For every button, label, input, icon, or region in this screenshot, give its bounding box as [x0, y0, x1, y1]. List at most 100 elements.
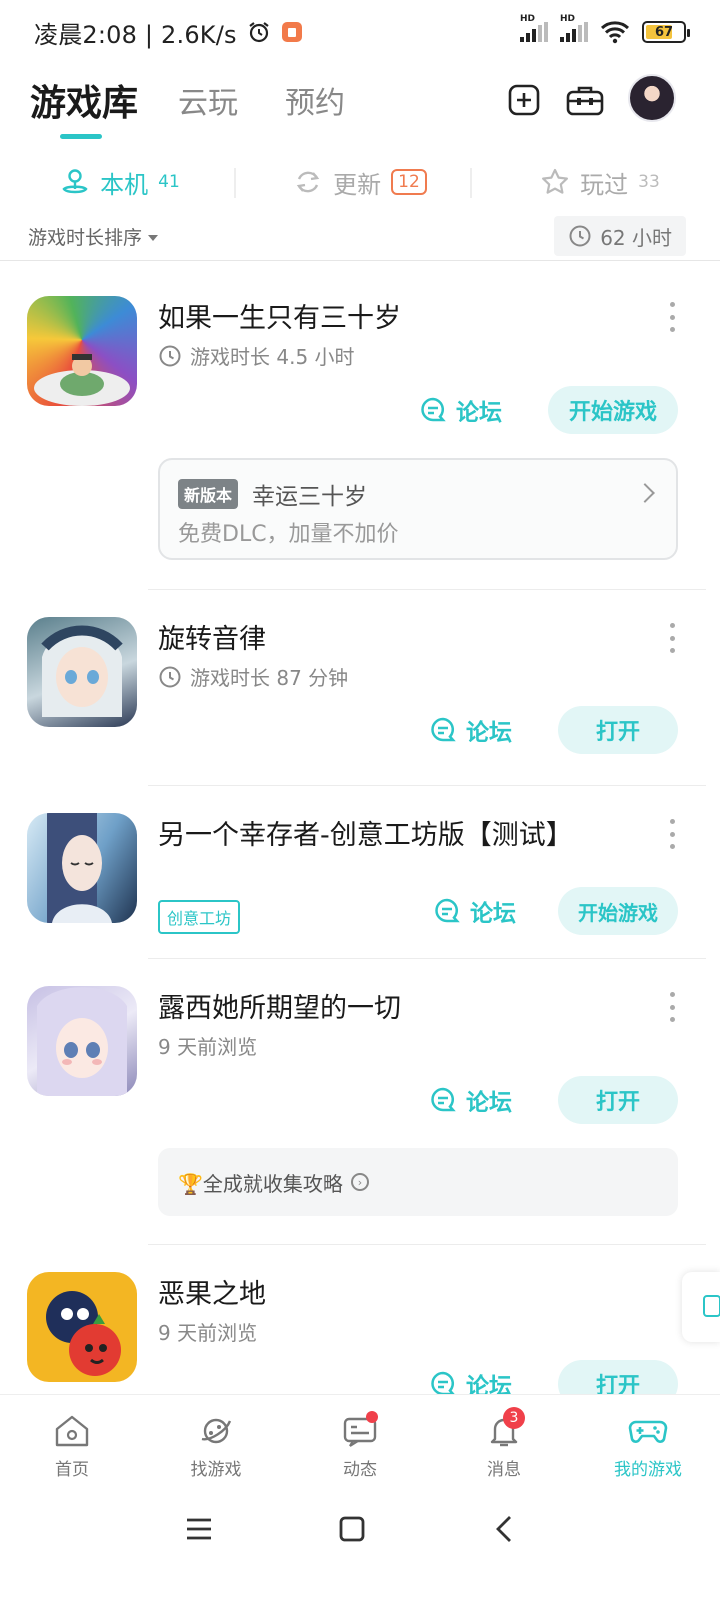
- forum-button[interactable]: 论坛: [432, 887, 516, 935]
- more-options-icon[interactable]: [664, 819, 680, 849]
- forum-label: 论坛: [466, 1090, 512, 1116]
- battery-level: 67: [654, 24, 674, 40]
- nav-feed[interactable]: 动态: [288, 1395, 432, 1498]
- clock-icon: [159, 666, 181, 687]
- divider: [148, 1244, 706, 1245]
- game-playtime: 游戏时长 4.5 小时: [158, 341, 355, 370]
- arrow-right-circle-icon: ›: [350, 1173, 369, 1191]
- nav-find-games[interactable]: 找游戏: [144, 1395, 288, 1498]
- dlc-card[interactable]: 新版本 幸运三十岁 免费DLC，加量不加价: [158, 458, 678, 560]
- back-icon[interactable]: [490, 1514, 520, 1544]
- nav-messages[interactable]: 3 消息: [432, 1395, 576, 1498]
- last-viewed: 9 天前浏览: [158, 1317, 257, 1346]
- divider: [148, 958, 706, 959]
- game-playtime-text: 游戏时长 87 分钟: [190, 666, 349, 690]
- chat-bubble-icon: [421, 397, 446, 422]
- wifi-icon: [600, 21, 630, 44]
- guide-text: 🏆全成就收集攻略: [178, 1171, 343, 1196]
- filter-played[interactable]: 玩过 33: [480, 165, 720, 200]
- chat-bubble-icon: [431, 717, 456, 742]
- add-icon: [508, 84, 540, 116]
- game-icon[interactable]: [27, 296, 137, 406]
- last-viewed-text: 9 天前浏览: [158, 1321, 258, 1345]
- start-game-button[interactable]: 开始游戏: [558, 887, 678, 935]
- filter-update-label: 更新: [333, 170, 382, 199]
- message-count-badge: 3: [503, 1407, 525, 1429]
- filter-local[interactable]: 本机 41: [0, 165, 240, 200]
- toolbox-icon: [566, 86, 604, 116]
- sort-dropdown[interactable]: 游戏时长排序: [28, 223, 142, 250]
- tab-cloud-play[interactable]: 云玩: [178, 78, 238, 122]
- divider: [148, 785, 706, 786]
- nav-home[interactable]: 首页: [0, 1395, 144, 1498]
- nav-home-label: 首页: [55, 1460, 89, 1480]
- bottom-nav: 首页 找游戏 动态 3 消息 我的游戏: [0, 1394, 720, 1498]
- game-title[interactable]: 另一个幸存者-创意工坊版【测试】: [158, 813, 573, 852]
- toolbox-button[interactable]: [565, 80, 605, 120]
- start-game-button[interactable]: 开始游戏: [548, 386, 678, 434]
- download-icon: [703, 1295, 720, 1317]
- planet-icon: [201, 1418, 232, 1444]
- home-square-icon[interactable]: [337, 1514, 367, 1544]
- game-icon[interactable]: [27, 813, 137, 923]
- filter-update-count: 12: [391, 169, 427, 195]
- more-options-icon[interactable]: [664, 302, 680, 332]
- tab-indicator: [60, 134, 102, 139]
- floating-download-button[interactable]: [682, 1272, 720, 1342]
- nav-find-games-label: 找游戏: [190, 1460, 242, 1480]
- chat-bubble-icon: [431, 1087, 456, 1112]
- tab-game-library[interactable]: 游戏库: [30, 74, 138, 126]
- filter-local-count: 41: [158, 172, 180, 192]
- game-title[interactable]: 如果一生只有三十岁: [158, 296, 401, 335]
- total-playtime: 62 小时: [554, 216, 686, 256]
- achievement-guide-card[interactable]: 🏆全成就收集攻略 ›: [158, 1148, 678, 1216]
- filter-local-label: 本机: [100, 170, 149, 199]
- forum-button[interactable]: 论坛: [428, 1076, 512, 1124]
- game-icon[interactable]: [27, 986, 137, 1096]
- game-icon[interactable]: [27, 1272, 137, 1382]
- divider: [0, 260, 720, 261]
- filter-played-count: 33: [638, 172, 660, 192]
- filter-update[interactable]: 更新 12: [240, 165, 480, 200]
- last-viewed-text: 9 天前浏览: [158, 1035, 258, 1059]
- forum-button[interactable]: 论坛: [418, 386, 502, 434]
- open-game-button[interactable]: 打开: [558, 706, 678, 754]
- game-title[interactable]: 旋转音律: [158, 617, 266, 656]
- more-options-icon[interactable]: [664, 992, 680, 1022]
- signal-icon-1: HD: [520, 14, 548, 42]
- status-bar: 凌晨2:08 | 2.6K/s HD HD 67: [0, 0, 720, 64]
- total-playtime-value: 62 小时: [600, 225, 672, 250]
- game-title[interactable]: 恶果之地: [158, 1272, 266, 1311]
- sort-row: 游戏时长排序 62 小时: [28, 214, 686, 258]
- dlc-description: 免费DLC，加量不加价: [178, 522, 399, 547]
- home-icon: [55, 1415, 89, 1447]
- open-game-button[interactable]: 打开: [558, 1076, 678, 1124]
- local-device-icon: [62, 169, 88, 194]
- dlc-title: 幸运三十岁: [252, 484, 367, 510]
- game-playtime-text: 游戏时长 4.5 小时: [190, 345, 355, 369]
- game-title[interactable]: 露西她所期望的一切: [158, 986, 401, 1025]
- header: 游戏库 云玩 预约: [0, 64, 720, 144]
- nav-feed-label: 动态: [343, 1460, 377, 1480]
- filter-divider: [470, 168, 472, 198]
- forum-label: 论坛: [456, 400, 502, 426]
- nav-my-games[interactable]: 我的游戏: [576, 1395, 720, 1498]
- user-avatar[interactable]: [628, 74, 676, 122]
- forum-button[interactable]: 论坛: [428, 706, 512, 754]
- tab-reservation[interactable]: 预约: [285, 78, 345, 122]
- filter-played-label: 玩过: [580, 170, 629, 199]
- clock-icon: [569, 225, 591, 247]
- add-game-button[interactable]: [504, 80, 544, 120]
- new-version-tag: 新版本: [178, 479, 239, 509]
- game-icon[interactable]: [27, 617, 137, 727]
- more-options-icon[interactable]: [664, 623, 680, 653]
- divider: [148, 589, 706, 590]
- status-time-speed: 凌晨2:08 | 2.6K/s: [34, 20, 237, 49]
- menu-icon[interactable]: [184, 1514, 214, 1544]
- signal-hd-label: HD: [560, 14, 576, 24]
- chevron-right-icon: [635, 483, 655, 503]
- notification-dot: [366, 1411, 378, 1423]
- caret-down-icon: [148, 235, 159, 241]
- gamepad-icon: [628, 1420, 668, 1443]
- signal-hd-label: HD: [520, 14, 536, 24]
